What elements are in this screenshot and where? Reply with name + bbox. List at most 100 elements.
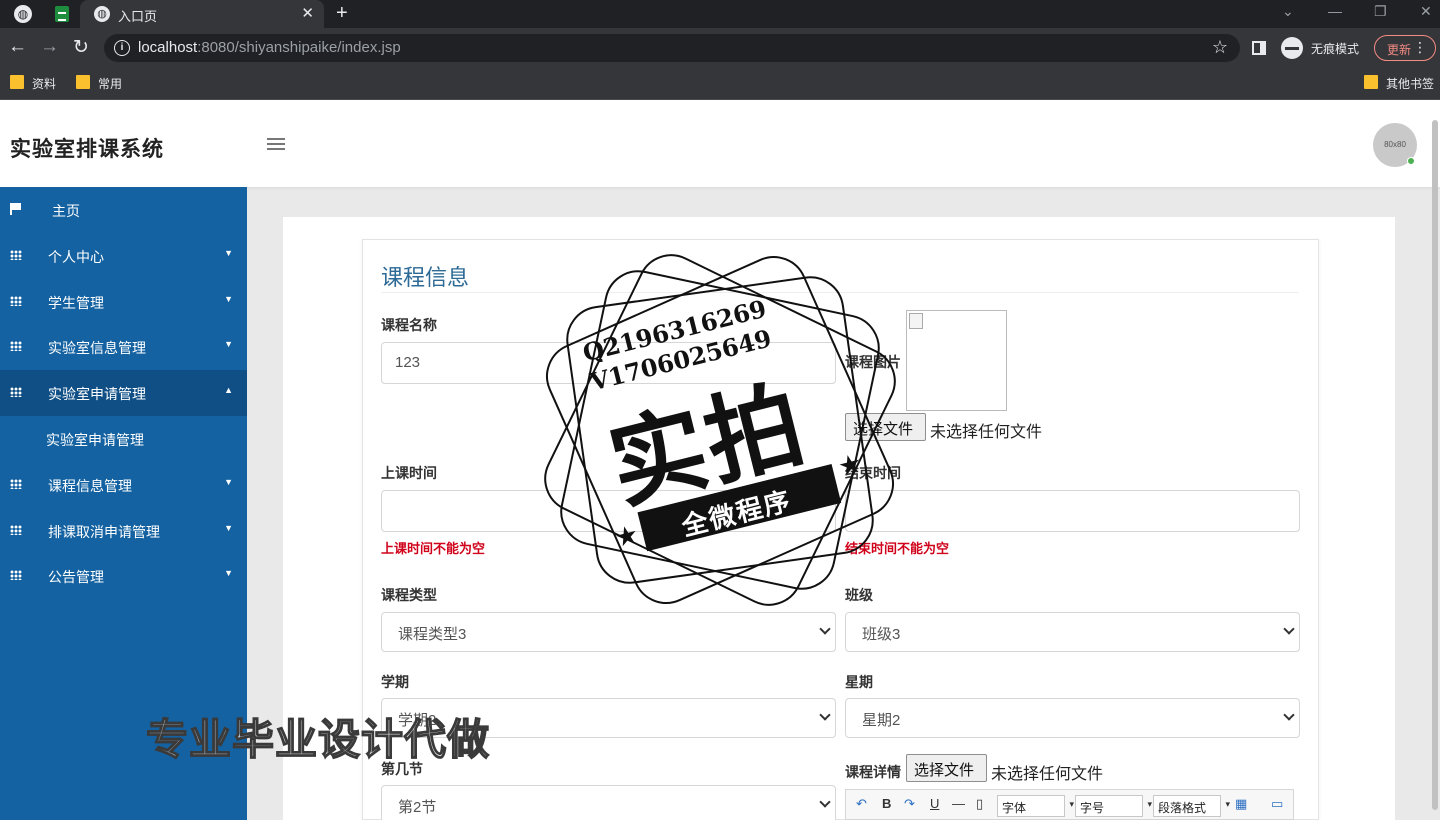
sidebar-item-label: 学生管理 [48, 295, 104, 311]
preview-icon[interactable]: ▭ [1271, 796, 1283, 812]
underline-button[interactable]: U [930, 796, 939, 811]
chevron-down-icon [819, 796, 831, 808]
chevron-down-icon [1283, 623, 1295, 635]
redo-icon[interactable]: ↷ [904, 796, 915, 812]
hamburger-menu-icon[interactable] [267, 138, 285, 150]
bookmarks-bar: 资料 常用 其他书签 [0, 68, 1440, 100]
paragraph-format-select[interactable]: 段落格式 [1153, 795, 1230, 817]
sidebar-subitem-lab-application[interactable]: 实验室申请管理 [0, 416, 247, 462]
sidebar-item-label: 实验室信息管理 [48, 340, 146, 356]
folder-icon [76, 75, 90, 89]
grid-icon [10, 570, 22, 580]
document-icon[interactable]: ▯ [976, 796, 983, 812]
grid-icon [10, 341, 22, 351]
weekday-select[interactable]: 星期2 [845, 698, 1300, 738]
sidebar-item-label: 公告管理 [48, 569, 104, 585]
class-select[interactable]: 班级3 [845, 612, 1300, 652]
sidebar-item-label: 排课取消申请管理 [48, 524, 160, 540]
detail-file-status: 未选择任何文件 [991, 766, 1104, 783]
brand-title: 实验室排课系统 [10, 138, 164, 161]
sidebar-item-label: 主页 [52, 203, 80, 219]
sidebar-item-cancel-schedule[interactable]: 排课取消申请管理 ▼ [0, 508, 247, 554]
sidebar-item-course-info[interactable]: 课程信息管理 ▼ [0, 462, 247, 508]
bold-button[interactable]: B [882, 796, 891, 811]
weekday-label: 星期 [845, 674, 873, 690]
sidebar-item-label: 实验室申请管理 [46, 432, 144, 448]
broken-image-icon [909, 313, 923, 329]
forward-icon[interactable]: → [40, 36, 59, 58]
caret-up-icon: ▲ [224, 385, 233, 395]
overlay-watermark-text: 专业毕业设计代做 [145, 715, 491, 764]
bookmark-star-icon[interactable]: ☆ [1212, 37, 1228, 58]
grid-icon [10, 250, 22, 260]
pinned-tab-sheets[interactable] [48, 0, 78, 28]
caret-down-icon: ▼ [224, 294, 233, 304]
course-name-label: 课程名称 [381, 317, 437, 333]
browser-tab-bar: ◍ ◍ 入口页 ✕ + ⌄ — ❐ ✕ [0, 0, 1440, 28]
tab-title: 入口页 [118, 9, 158, 24]
update-button[interactable]: 更新 ⋮ [1374, 35, 1436, 61]
incognito-label[interactable]: 无痕模式 [1311, 40, 1359, 57]
flag-icon [10, 203, 21, 215]
section-select[interactable]: 第2节 [381, 785, 836, 820]
table-icon[interactable]: ▦ [1235, 796, 1247, 812]
bookmark-folder[interactable]: 资料 [10, 75, 56, 92]
window-close-icon[interactable]: ✕ [1420, 3, 1432, 20]
class-value: 班级3 [862, 626, 901, 643]
folder-icon [10, 75, 24, 89]
sidebar-item-label: 个人中心 [48, 249, 104, 265]
detail-choose-button[interactable]: 选择文件 [906, 754, 987, 782]
minimize-icon[interactable]: — [1328, 3, 1342, 19]
menu-dots-icon[interactable]: ⋮ [1413, 39, 1427, 56]
font-select[interactable]: 字体 [997, 795, 1074, 817]
stamp-content: Q2196316269 V1706025649 实拍 全微程序 ★ ★ [490, 200, 951, 661]
undo-icon[interactable]: ↶ [856, 796, 867, 812]
course-image-file-status: 未选择任何文件 [930, 424, 1043, 441]
horizontal-rule-icon[interactable]: — [952, 796, 965, 811]
caret-down-icon: ▼ [224, 523, 233, 533]
address-bar: ← → ↻ i localhost:8080/shiyanshipaike/in… [0, 28, 1440, 68]
side-panel-icon[interactable] [1252, 41, 1266, 55]
sidebar-item-announcements[interactable]: 公告管理 ▼ [0, 553, 247, 599]
grid-icon [10, 479, 22, 489]
sheets-icon [55, 6, 69, 22]
back-icon[interactable]: ← [8, 36, 27, 58]
grid-icon [10, 525, 22, 535]
active-tab[interactable]: ◍ 入口页 ✕ [80, 0, 324, 28]
page-title: 课程信息 [381, 265, 470, 290]
term-label: 学期 [381, 674, 409, 690]
update-label: 更新 [1387, 43, 1412, 57]
page-scrollbar[interactable] [1432, 120, 1438, 810]
sidebar-item-lab-info[interactable]: 实验室信息管理 ▼ [0, 324, 247, 370]
grid-icon [10, 296, 22, 306]
font-size-select[interactable]: 字号 [1075, 795, 1152, 817]
restore-icon[interactable]: ❐ [1374, 3, 1387, 20]
detail-label: 课程详情 [845, 764, 901, 780]
watermark-stamp: Q2196316269 V1706025649 实拍 全微程序 ★ ★ [530, 240, 910, 620]
sidebar-item-personal[interactable]: 个人中心 ▼ [0, 233, 247, 279]
other-bookmarks[interactable]: 其他书签 [1364, 75, 1434, 92]
rich-text-toolbar: ↶ B ↷ U — ▯ 字体 字号 段落格式 ▦ ▭ [845, 789, 1294, 820]
reload-icon[interactable]: ↻ [73, 36, 89, 59]
caret-down-icon: ▼ [224, 339, 233, 349]
weekday-value: 星期2 [862, 712, 901, 729]
url-field[interactable]: i localhost:8080/shiyanshipaike/index.js… [104, 34, 1240, 62]
section-value: 第2节 [398, 799, 437, 816]
caret-down-icon: ▼ [224, 568, 233, 578]
incognito-icon[interactable] [1281, 37, 1303, 59]
folder-icon [1364, 75, 1378, 89]
sidebar-item-students[interactable]: 学生管理 ▼ [0, 279, 247, 325]
course-type-label: 课程类型 [381, 587, 437, 603]
tab-search-icon[interactable]: ⌄ [1282, 3, 1294, 20]
new-tab-icon[interactable]: + [336, 2, 348, 25]
bookmark-folder[interactable]: 常用 [76, 75, 122, 92]
app-header: 实验室排课系统 80x80 [0, 100, 1440, 187]
tab-close-icon[interactable]: ✕ [301, 4, 314, 22]
browser-globe-icon[interactable]: ◍ [14, 5, 32, 23]
sidebar-item-lab-application[interactable]: 实验室申请管理 ▲ [0, 370, 247, 416]
grid-icon [10, 387, 22, 397]
sidebar-item-home[interactable]: 主页 [0, 187, 247, 233]
sidebar-item-label: 实验室申请管理 [48, 386, 146, 402]
chevron-down-icon [819, 709, 831, 721]
site-info-icon[interactable]: i [114, 40, 130, 56]
